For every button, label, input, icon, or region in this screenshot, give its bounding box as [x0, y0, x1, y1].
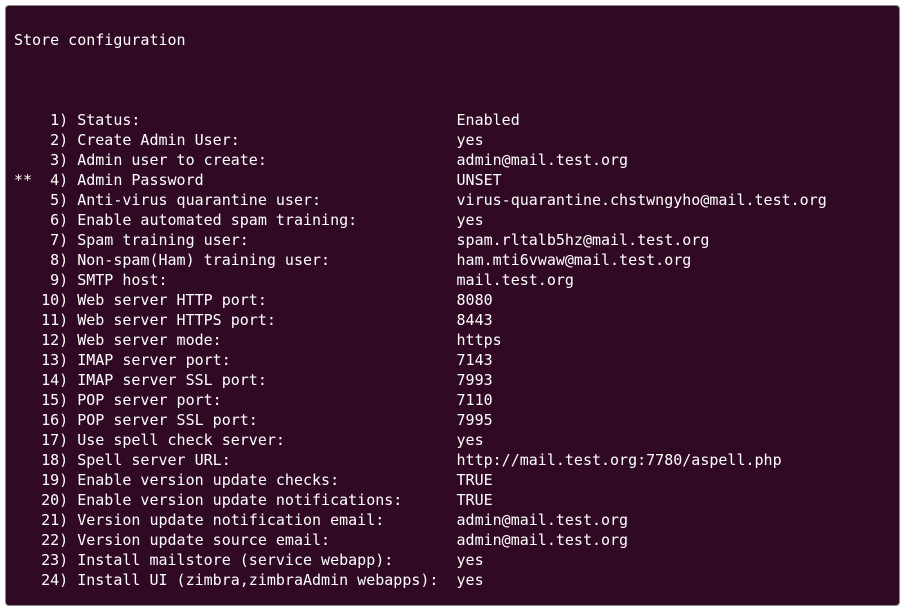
config-item[interactable]: 10) Web server HTTP port: 8080 [14, 290, 891, 310]
config-item[interactable]: 1) Status: Enabled [14, 110, 891, 130]
config-item[interactable]: 11) Web server HTTPS port: 8443 [14, 310, 891, 330]
config-item[interactable]: ** 4) Admin Password UNSET [14, 170, 891, 190]
header-line: Store configuration [14, 30, 891, 50]
config-item[interactable]: 8) Non-spam(Ham) training user: ham.mti6… [14, 250, 891, 270]
config-item[interactable]: 9) SMTP host: mail.test.org [14, 270, 891, 290]
config-item[interactable]: 6) Enable automated spam training: yes [14, 210, 891, 230]
config-item[interactable]: 3) Admin user to create: admin@mail.test… [14, 150, 891, 170]
config-item[interactable]: 2) Create Admin User: yes [14, 130, 891, 150]
config-item[interactable]: 20) Enable version update notifications:… [14, 490, 891, 510]
config-item[interactable]: 13) IMAP server port: 7143 [14, 350, 891, 370]
config-item[interactable]: 19) Enable version update checks: TRUE [14, 470, 891, 490]
config-item[interactable]: 12) Web server mode: https [14, 330, 891, 350]
config-item[interactable]: 24) Install UI (zimbra,zimbraAdmin webap… [14, 570, 891, 590]
config-item[interactable]: 7) Spam training user: spam.rltalb5hz@ma… [14, 230, 891, 250]
config-item[interactable]: 15) POP server port: 7110 [14, 390, 891, 410]
config-item[interactable]: 14) IMAP server SSL port: 7993 [14, 370, 891, 390]
config-item[interactable]: 18) Spell server URL: http://mail.test.o… [14, 450, 891, 470]
config-item[interactable]: 23) Install mailstore (service webapp): … [14, 550, 891, 570]
config-item[interactable]: 17) Use spell check server: yes [14, 430, 891, 450]
config-item[interactable]: 22) Version update source email: admin@m… [14, 530, 891, 550]
blank-line [14, 70, 891, 90]
terminal[interactable]: Store configuration 1) Status: Enabled 2… [5, 5, 900, 606]
config-item[interactable]: 16) POP server SSL port: 7995 [14, 410, 891, 430]
config-item[interactable]: 21) Version update notification email: a… [14, 510, 891, 530]
config-item[interactable]: 5) Anti-virus quarantine user: virus-qua… [14, 190, 891, 210]
